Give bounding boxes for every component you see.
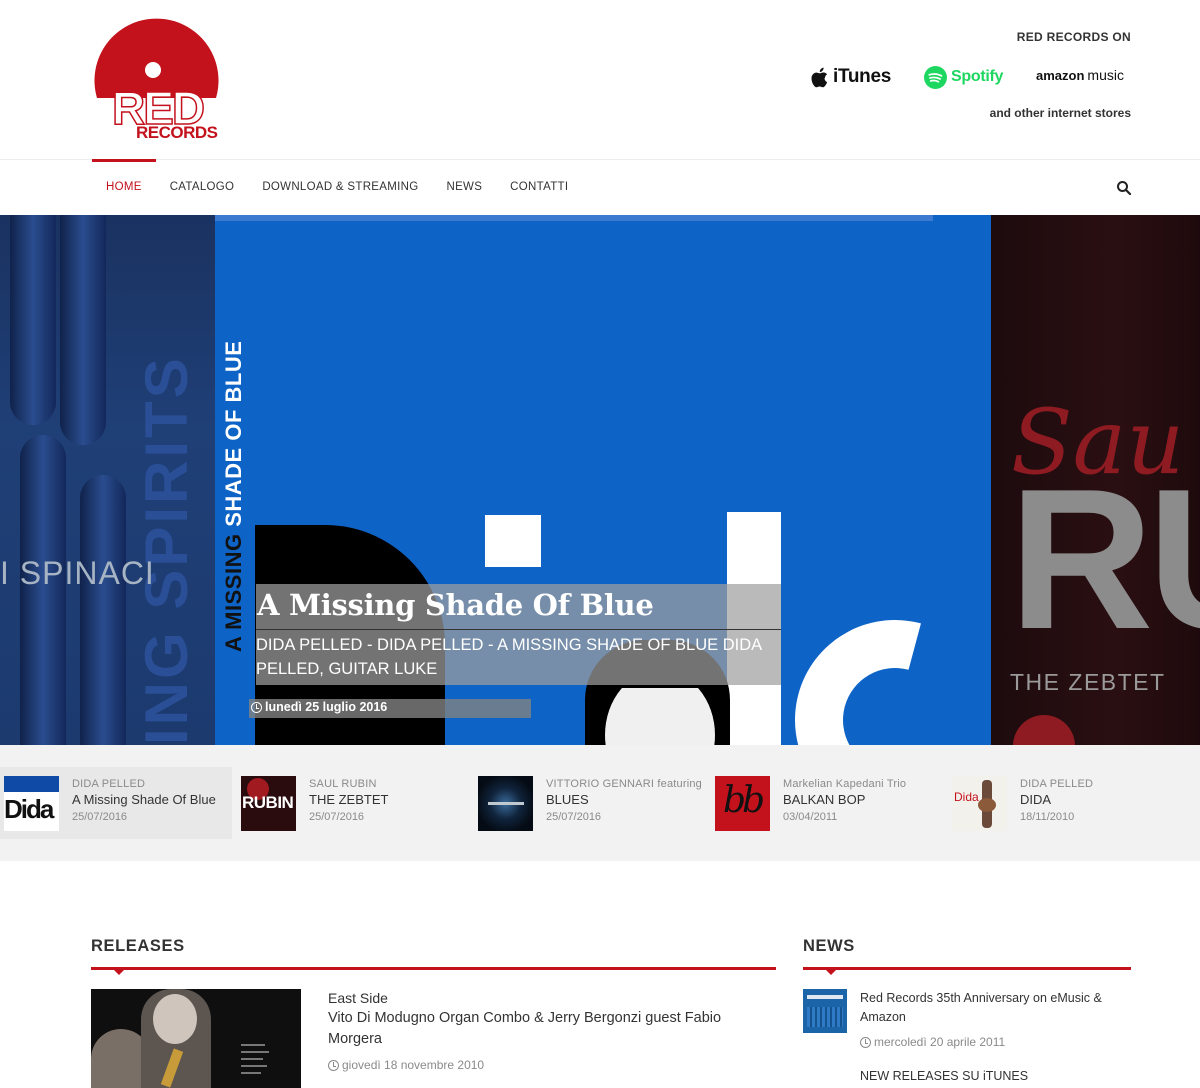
cover-vertical-title-light: SHADE OF BLUE [221, 340, 246, 527]
thumbnail-cover-text: RUBIN [242, 793, 294, 812]
news-date: mercoledì 20 aprile 2011 [860, 1035, 1005, 1049]
thumbnail-title: THE ZEBTET [309, 792, 389, 807]
thumbnail-cover-text: Dida [4, 794, 54, 824]
release-date-label: giovedì 18 novembre 2010 [342, 1058, 485, 1072]
thumbnail-cover: bb [715, 776, 770, 831]
releases-rule [91, 967, 776, 975]
thumbnail-cover-text: bb [723, 780, 765, 821]
news-heading: NEWS [803, 937, 855, 955]
site-header: RED RECORDS RED RECORDS ON iTunes Spotif… [0, 0, 1200, 160]
slide-next[interactable]: RU Sau THE ZEBTET [991, 215, 1200, 745]
thumbnail-item[interactable]: bb Markelian Kapedani Trio BALKAN BOP 03… [711, 767, 943, 839]
release-category[interactable]: East Side [328, 990, 388, 1006]
thumbnail-cover [478, 776, 533, 831]
next-cover-script: Sau [1011, 390, 1185, 495]
cover-vertical-title: A MISSING SHADE OF BLUE [221, 341, 247, 652]
cover-shape [485, 515, 541, 567]
main-nav: HOME CATALOGO DOWNLOAD & STREAMING NEWS … [0, 159, 1200, 215]
releases-heading: RELEASES [91, 937, 185, 955]
thumbnail-date: 25/07/2016 [72, 811, 128, 823]
news-title[interactable]: Red Records 35th Anniversary on eMusic &… [860, 989, 1130, 1027]
slide-date-label: lunedì 25 luglio 2016 [265, 700, 388, 714]
thumbnail-artist: SAUL RUBIN [309, 778, 377, 790]
thumbnail-artist: DIDA PELLED [72, 778, 146, 790]
thumbnail-item[interactable]: Dida DIDA PELLED A Missing Shade Of Blue… [0, 767, 232, 839]
nav-items: HOME CATALOGO DOWNLOAD & STREAMING NEWS … [92, 159, 582, 215]
thumbnail-date: 25/07/2016 [546, 811, 602, 823]
thumbnail-artist: DIDA PELLED [1020, 778, 1094, 790]
thumbnail-cover: Dida [4, 776, 59, 831]
other-stores-text: and other internet stores [989, 106, 1131, 120]
nav-item-catalogo[interactable]: CATALOGO [156, 160, 249, 215]
itunes-label: iTunes [833, 66, 892, 87]
thumbnail-artist: Markelian Kapedani Trio [783, 778, 907, 790]
store-logos: iTunes Spotify amazon music [791, 62, 1131, 96]
cover-shape [758, 583, 991, 745]
apple-icon [811, 67, 828, 88]
slide-date: lunedì 25 luglio 2016 [251, 700, 387, 714]
itunes-link[interactable]: iTunes [811, 62, 891, 92]
red-records-logo[interactable]: RED RECORDS [90, 8, 220, 148]
clock-icon [328, 1059, 339, 1071]
thumbnail-cover: RUBIN [241, 776, 296, 831]
news-thumbnail[interactable] [803, 989, 847, 1033]
cover-vertical-title-dark: A MISSING [221, 533, 246, 652]
prev-cover-vertical-text: ING SPIRITS [133, 355, 200, 745]
thumbnail-item[interactable]: VITTORIO GENNARI featuring BLUES 25/07/2… [474, 767, 706, 839]
thumbnail-artist: VITTORIO GENNARI featuring [546, 778, 702, 790]
release-photo[interactable] [91, 989, 301, 1088]
search-icon[interactable] [1116, 180, 1132, 196]
release-title[interactable]: Vito Di Modugno Organ Combo & Jerry Berg… [328, 1008, 748, 1050]
caption-divider [256, 629, 781, 630]
amazon-label: amazon [1036, 67, 1085, 83]
thumbnail-date: 25/07/2016 [309, 811, 365, 823]
prev-cover-artist: I SPINACI [0, 555, 155, 591]
news-rule [803, 967, 1131, 975]
next-cover-subtitle: THE ZEBTET [1010, 669, 1166, 695]
slider-thumbnails: Dida DIDA PELLED A Missing Shade Of Blue… [0, 745, 1200, 861]
nav-item-download-streaming[interactable]: DOWNLOAD & STREAMING [248, 160, 432, 215]
thumbnail-date: 03/04/2011 [783, 811, 838, 823]
slide-previous[interactable]: ING SPIRITS I SPINACI [0, 215, 215, 745]
thumbnail-title: DIDA [1020, 792, 1052, 807]
nav-item-home[interactable]: HOME [92, 159, 156, 215]
spotify-icon [924, 65, 947, 89]
clock-icon [860, 1036, 871, 1048]
thumbnail-item[interactable]: Dida DIDA PELLED DIDA 18/11/2010 [948, 767, 1180, 839]
clock-icon [251, 701, 262, 713]
nav-item-contatti[interactable]: CONTATTI [496, 160, 582, 215]
thumbnail-cover: Dida [952, 776, 1007, 831]
slide-progress-bar [215, 215, 933, 221]
news-title[interactable]: NEW RELEASES SU iTUNES [860, 1069, 1028, 1083]
release-date: giovedì 18 novembre 2010 [328, 1058, 484, 1072]
next-cover-dot [1013, 715, 1075, 745]
amazon-music-link[interactable]: amazon music [1036, 60, 1124, 90]
slide-title[interactable]: A Missing Shade Of Blue [257, 588, 654, 622]
thumbnail-title: BALKAN BOP [783, 792, 866, 807]
thumbnail-item[interactable]: RUBIN SAUL RUBIN THE ZEBTET 25/07/2016 [237, 767, 469, 839]
spotify-link[interactable]: Spotify [924, 62, 1003, 92]
news-date-label: mercoledì 20 aprile 2011 [874, 1035, 1006, 1049]
slide-excerpt: DIDA PELLED - DIDA PELLED - A MISSING SH… [256, 636, 762, 678]
thumbnail-date: 18/11/2010 [1020, 811, 1075, 823]
logo-sub: RECORDS [136, 123, 218, 142]
thumbnail-title: BLUES [546, 792, 589, 807]
nav-item-news[interactable]: NEWS [432, 160, 496, 215]
spotify-label: Spotify [951, 68, 1004, 85]
hero-slider: ING SPIRITS I SPINACI A MISSING SHADE OF… [0, 215, 1200, 745]
thumbnail-title: A Missing Shade Of Blue [72, 792, 216, 807]
thumbnail-cover-text: Dida [954, 790, 979, 804]
amazon-music-label: music [1087, 67, 1124, 83]
